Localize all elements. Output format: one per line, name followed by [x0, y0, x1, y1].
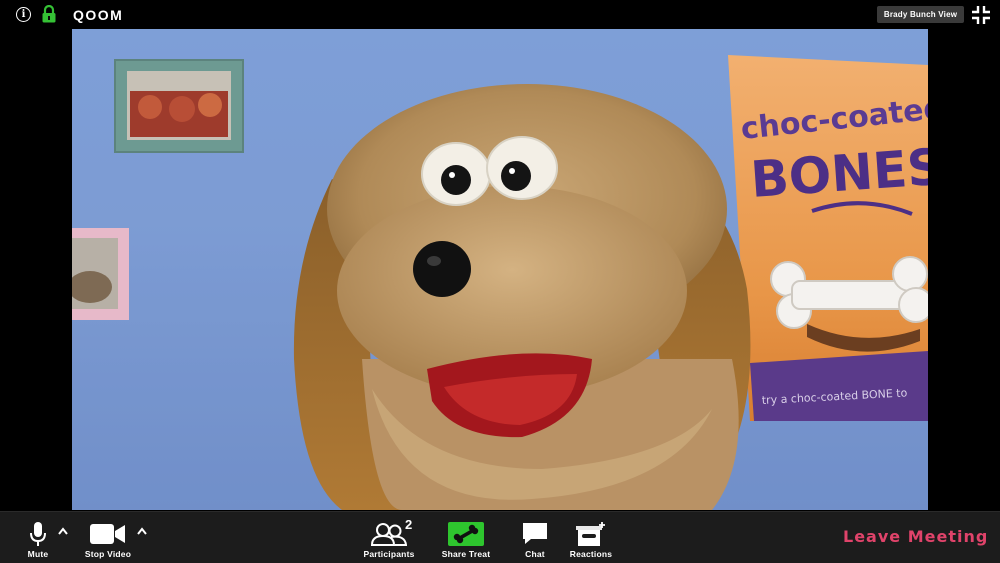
stop-video-label: Stop Video	[84, 549, 132, 559]
participants-label: Participants	[363, 549, 415, 559]
top-bar: i QOOM Brady Bunch View	[0, 0, 1000, 29]
treat-box-icon	[576, 522, 605, 546]
video-camera-icon	[90, 524, 125, 544]
info-icon[interactable]: i	[16, 7, 31, 22]
dog-puppet	[293, 84, 751, 510]
lock-icon[interactable]	[41, 5, 57, 23]
participants-count-badge: 2	[405, 517, 413, 532]
chat-button[interactable]: Chat	[518, 512, 552, 563]
participants-icon	[371, 523, 407, 546]
video-frame-illustration: choc-coated BONES try a choc-coated BONE…	[72, 29, 928, 510]
video-feed[interactable]: choc-coated BONES try a choc-coated BONE…	[72, 29, 928, 510]
microphone-icon	[30, 522, 46, 546]
chevron-up-icon[interactable]	[58, 527, 68, 535]
mute-button[interactable]: Mute	[22, 512, 54, 563]
poster: choc-coated BONES try a choc-coated BONE…	[728, 55, 928, 421]
poster-text-bones: BONES	[749, 138, 928, 209]
chat-label: Chat	[525, 549, 545, 559]
chat-bubble-icon	[523, 523, 547, 544]
reactions-label: Reactions	[569, 549, 613, 559]
chevron-up-icon[interactable]	[137, 527, 147, 535]
reactions-button[interactable]: Reactions	[568, 512, 614, 563]
leave-meeting-button[interactable]: Leave Meeting	[843, 527, 988, 546]
mute-label: Mute	[27, 549, 49, 559]
brady-bunch-view-button[interactable]: Brady Bunch View	[877, 6, 964, 23]
share-treat-label: Share Treat	[441, 549, 491, 559]
bone-icon	[448, 522, 484, 546]
stop-video-button[interactable]: Stop Video	[82, 512, 134, 563]
share-treat-button[interactable]: Share Treat	[440, 512, 492, 563]
exit-fullscreen-icon[interactable]	[971, 5, 991, 25]
app-title: QOOM	[73, 7, 124, 23]
